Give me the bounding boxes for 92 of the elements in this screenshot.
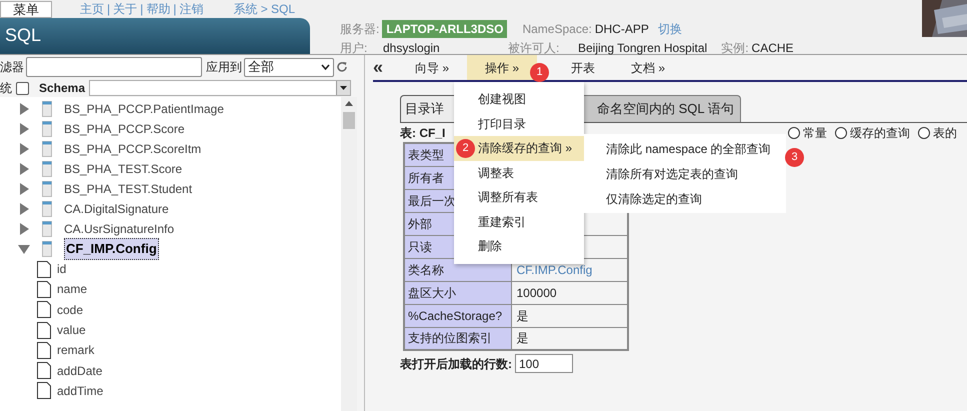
expand-arrow-icon[interactable] [18, 223, 30, 235]
menu-item[interactable]: 仅清除选定的查询 [584, 186, 786, 211]
apply-to-select[interactable]: 全部 [244, 58, 334, 76]
property-label: 盘区大小 [404, 281, 511, 304]
tree-item[interactable]: id [57, 260, 66, 278]
tree-item[interactable]: CA.DigitalSignature [64, 200, 169, 218]
namespace-label: NameSpace: [522, 21, 592, 38]
table-icon [42, 141, 52, 157]
schema-label: Schema [39, 80, 86, 97]
file-icon [37, 362, 51, 380]
licensee-value: Beijing Tongren Hospital [578, 40, 708, 57]
table-icon [42, 101, 52, 117]
radio-label: 表的 [933, 124, 957, 142]
property-label: 支持的位图索引 [404, 327, 511, 350]
menu-item[interactable]: 清除此 namespace 的全部查询 [584, 136, 786, 161]
link-separator: | [107, 1, 110, 18]
table-icon [42, 161, 52, 177]
scrollbar[interactable] [341, 97, 357, 411]
file-icon [37, 382, 51, 400]
collapse-button[interactable]: « [373, 58, 397, 76]
rows-to-load-label: 表打开后加载的行数: [400, 356, 512, 372]
tree-item[interactable]: name [57, 280, 88, 298]
expand-arrow-icon[interactable] [18, 123, 30, 135]
file-icon [37, 322, 51, 339]
file-icon [37, 342, 51, 359]
tree-item[interactable]: addDate [57, 362, 102, 380]
instance-label: 实例: [721, 40, 749, 57]
menu-item[interactable]: 2 清除缓存的查询 » [454, 136, 584, 160]
tree-item[interactable]: remark [57, 341, 94, 360]
tree-item[interactable]: addTime [57, 382, 104, 400]
menu-item[interactable]: 清除所有对选定表的查询 [584, 161, 786, 186]
tree-item[interactable]: BS_PHA_PCCP.PatientImage [64, 100, 224, 118]
rows-to-load-field[interactable]: 100 [515, 354, 573, 373]
table-icon [42, 241, 52, 257]
chevron-down-icon[interactable] [321, 64, 330, 70]
user-label: 用户: [340, 40, 368, 57]
link-separator: | [140, 1, 144, 18]
table-caption: 表: CF_I [400, 126, 446, 140]
radio-label: 缓存的查询 [850, 124, 910, 142]
menu-button[interactable]: 菜单 [0, 0, 52, 18]
expand-arrow-icon[interactable] [18, 163, 30, 175]
server-label: 服务器: [340, 21, 380, 38]
property-value: 是 [511, 304, 628, 327]
nav-tab[interactable]: 文档 » [613, 55, 684, 80]
tree-item[interactable]: value [57, 321, 86, 340]
expand-arrow-icon[interactable] [18, 183, 30, 195]
step-badge: 3 [785, 148, 804, 167]
tree-item[interactable]: BS_PHA_TEST.Student [64, 180, 192, 198]
property-value: 100000 [511, 281, 628, 304]
apply-to-label: 应用到 [206, 59, 242, 76]
nav-tab[interactable]: 操作 » [467, 55, 538, 80]
radio-button[interactable] [788, 126, 800, 138]
step-badge: 2 [456, 138, 475, 158]
server-badge: LAPTOP-ARLL3DSO [382, 20, 508, 38]
collapse-arrow-icon[interactable] [18, 243, 30, 255]
filter-field[interactable] [26, 57, 202, 77]
file-icon [37, 280, 51, 298]
nav-tab[interactable]: 开表 [571, 55, 614, 80]
scroll-up-arrow-icon[interactable] [345, 101, 353, 106]
table-icon [42, 201, 52, 217]
radio-button[interactable] [918, 126, 930, 138]
system-label: 统 [0, 80, 12, 97]
tree-item[interactable]: CA.UsrSignatureInfo [64, 220, 174, 238]
link-separator: | [173, 1, 176, 18]
property-label: %CacheStorage? [404, 304, 511, 327]
licensee-label: 被许可人: [508, 40, 560, 57]
table-icon [42, 221, 52, 237]
expand-arrow-icon[interactable] [18, 203, 30, 215]
radio-button[interactable] [835, 126, 847, 138]
radio-label: 常量 [803, 124, 827, 142]
namespace-value: DHC-APP [594, 21, 649, 38]
expand-arrow-icon[interactable] [18, 143, 30, 155]
user-value: dhsyslogin [383, 40, 441, 57]
expand-arrow-icon[interactable] [18, 103, 30, 115]
property-value: 是 [511, 327, 628, 350]
file-icon [37, 260, 51, 278]
table-icon [42, 181, 52, 197]
tree-item[interactable]: BS_PHA_TEST.Score [64, 160, 182, 178]
page-title-banner: SQL [0, 18, 310, 54]
file-icon [37, 301, 51, 318]
caret-down-icon[interactable] [340, 86, 348, 90]
table-icon [42, 121, 52, 137]
nav-tab[interactable]: 向导 » [397, 55, 468, 80]
tree-item[interactable]: CF_IMP.Config [64, 238, 159, 260]
system-checkbox[interactable] [16, 82, 29, 94]
filter-label: 滤器 [0, 59, 24, 76]
scrollbar-thumb[interactable] [343, 112, 355, 129]
tree-item[interactable]: BS_PHA_PCCP.Score [64, 120, 185, 138]
tree-item[interactable]: BS_PHA_PCCP.ScoreItm [64, 140, 202, 158]
tree-item[interactable]: code [57, 300, 84, 319]
refresh-icon[interactable] [336, 61, 348, 73]
instance-value: CACHE [752, 40, 794, 57]
